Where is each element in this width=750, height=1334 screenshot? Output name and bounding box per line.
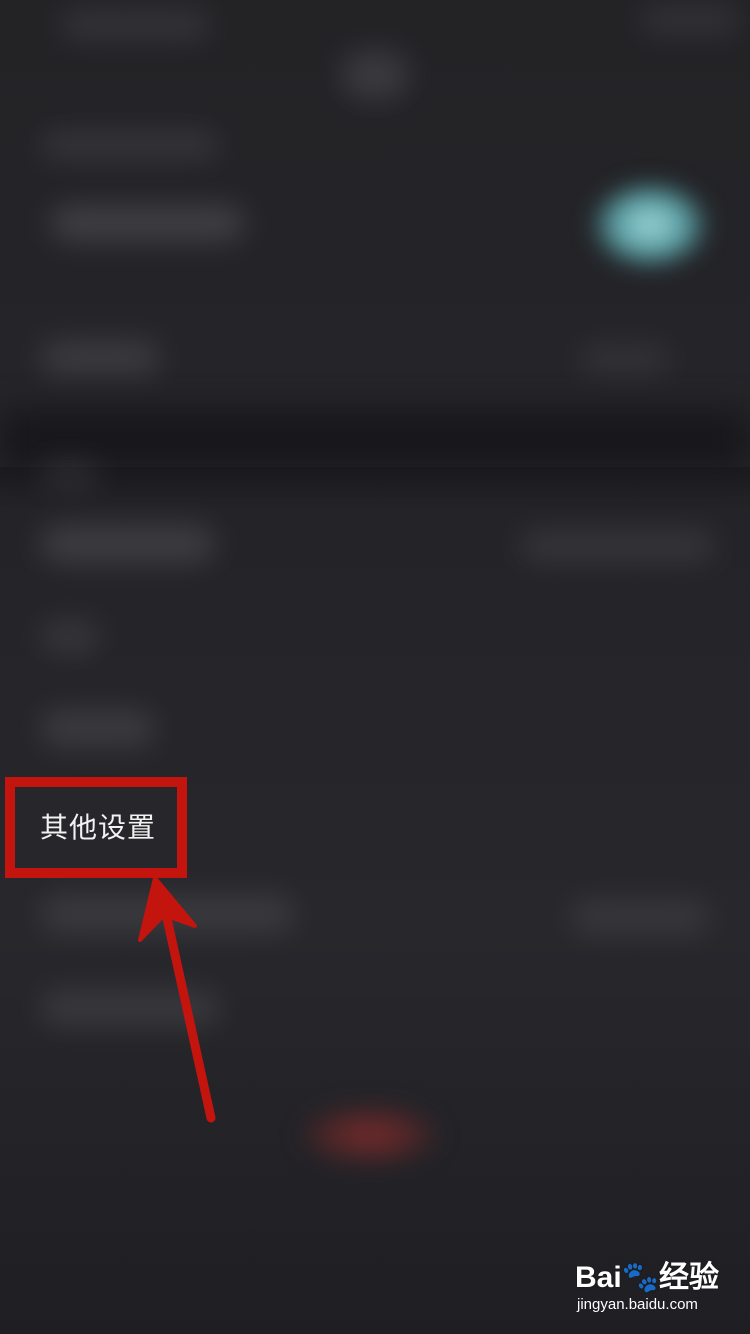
blurred-toggle-icon [590, 180, 710, 270]
blurred-row-2-label [40, 620, 100, 654]
blurred-row-5-label [40, 895, 295, 933]
blurred-logout-button [300, 1105, 440, 1165]
blurred-section-header [40, 460, 100, 488]
blurred-title [60, 10, 210, 40]
blurred-section-divider [0, 410, 750, 470]
blurred-row-1-value [520, 530, 715, 562]
blurred-row-label [40, 340, 160, 375]
baidu-jingyan-watermark: Bai🐾经验 jingyan.baidu.com [575, 1252, 740, 1322]
blurred-profile-line1 [40, 130, 220, 160]
annotation-highlight-box [5, 777, 187, 878]
watermark-url: jingyan.baidu.com [577, 1296, 698, 1313]
watermark-logo: Bai🐾经验 [575, 1261, 720, 1294]
blurred-row-6-label [40, 990, 220, 1026]
blurred-settings-screen [0, 0, 750, 1334]
blurred-row-value [580, 345, 670, 373]
blurred-header-right [640, 5, 740, 35]
blurred-profile-line2 [50, 205, 245, 241]
blurred-row-1-label [40, 525, 215, 563]
blurred-row-3-label [40, 710, 155, 746]
blurred-header-center [340, 50, 410, 100]
blurred-row-5-value [570, 900, 710, 934]
